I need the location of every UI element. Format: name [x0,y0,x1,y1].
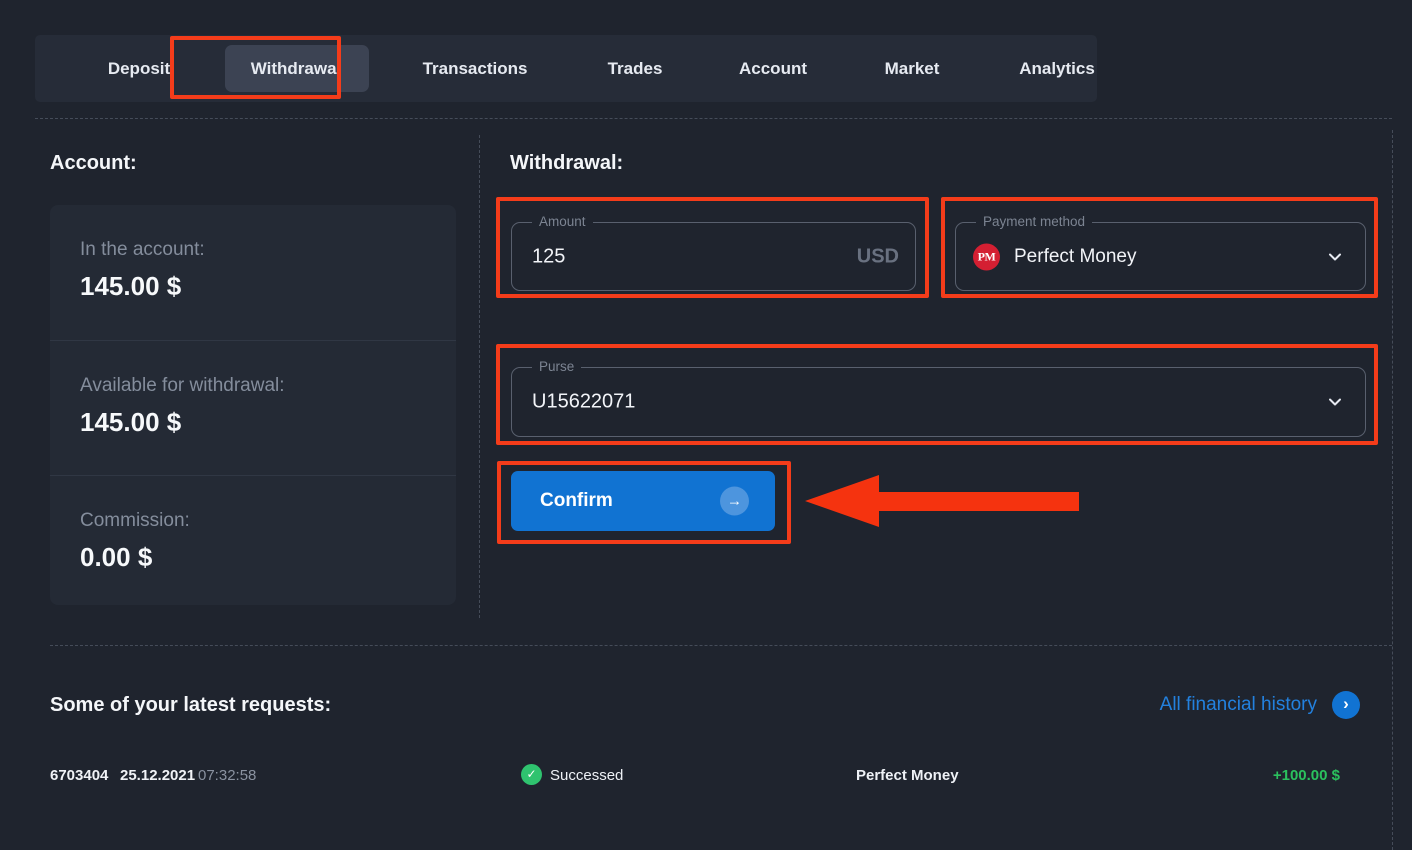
amount-input[interactable]: Amount 125 USD [511,222,916,291]
divider-top [35,118,1392,119]
tab-account[interactable]: Account [739,35,807,102]
confirm-button[interactable]: Confirm → [511,471,775,531]
amount-label: Amount [532,214,593,229]
red-arrow-annotation [805,475,1080,527]
tab-trades[interactable]: Trades [608,35,663,102]
main-nav: Deposit Withdrawal Transactions Trades A… [35,35,1097,102]
payment-method-label: Payment method [976,214,1092,229]
in-account-value: 145.00 $ [80,271,456,302]
arrow-right-icon: → [720,487,749,516]
withdrawal-page: Deposit Withdrawal Transactions Trades A… [0,0,1412,850]
commission-value: 0.00 $ [80,542,456,573]
commission-label: Commission: [80,510,456,532]
account-heading: Account: [50,152,137,175]
tab-deposit[interactable]: Deposit [108,35,170,102]
all-financial-history-link[interactable]: All financial history [1160,694,1317,716]
chevron-down-icon [1327,249,1343,265]
request-method: Perfect Money [856,767,959,784]
available-value: 145.00 $ [80,407,456,438]
payment-method-select[interactable]: Payment method PM Perfect Money [955,222,1366,291]
amount-currency: USD [857,245,899,268]
chevron-down-icon [1327,394,1343,410]
divider-right-edge [1392,130,1393,850]
tab-withdrawal[interactable]: Withdrawal [251,35,342,102]
purse-value: U15622071 [532,391,635,414]
request-row[interactable]: 6703404 25.12.2021 07:32:58 ✓ Successed … [0,755,1392,799]
available-label: Available for withdrawal: [80,375,456,397]
available-withdrawal-card: Available for withdrawal: 145.00 $ [50,340,456,475]
tab-transactions[interactable]: Transactions [423,35,528,102]
divider-columns [479,135,480,618]
payment-method-value: Perfect Money [1014,246,1137,268]
account-balance-card: In the account: 145.00 $ [50,205,456,340]
amount-value: 125 [532,245,565,268]
divider-history [50,645,1392,646]
tab-analytics[interactable]: Analytics [1019,35,1095,102]
account-summary-cards: In the account: 145.00 $ Available for w… [50,205,456,605]
confirm-button-label: Confirm [540,490,613,512]
withdrawal-heading: Withdrawal: [510,152,623,175]
in-account-label: In the account: [80,239,456,261]
request-status: Successed [550,767,623,784]
check-icon: ✓ [521,764,542,785]
request-date: 25.12.2021 [120,767,195,784]
chevron-right-icon[interactable]: › [1332,691,1360,719]
perfect-money-icon: PM [973,243,1000,270]
commission-card: Commission: 0.00 $ [50,475,456,605]
request-amount: +100.00 $ [1273,767,1340,784]
tab-market[interactable]: Market [885,35,940,102]
request-time: 07:32:58 [198,767,256,784]
purse-select[interactable]: Purse U15622071 [511,367,1366,437]
request-id: 6703404 [50,767,108,784]
latest-requests-heading: Some of your latest requests: [50,694,331,717]
purse-label: Purse [532,359,581,374]
